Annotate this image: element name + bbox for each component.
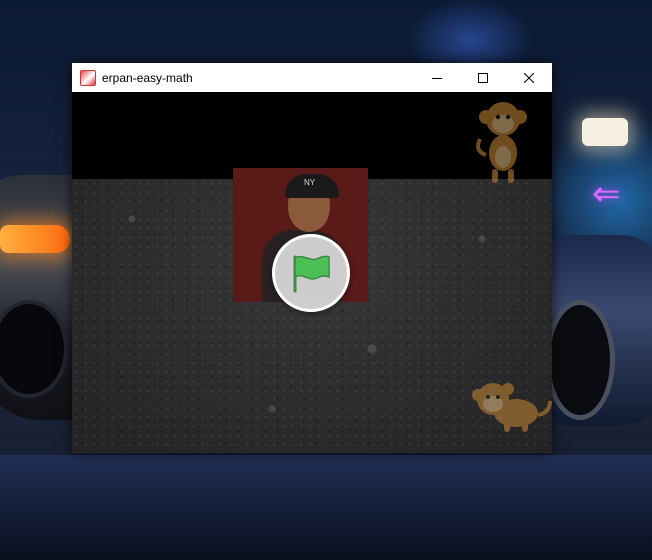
minimize-icon [432,77,442,79]
player-cap-logo: NY [304,178,316,187]
wallpaper-car-headlight [0,225,70,253]
app-icon [80,69,96,86]
wallpaper-wet-road [0,455,652,560]
title-bar[interactable]: erpan-easy-math [72,63,552,92]
close-button[interactable] [506,63,552,92]
green-flag-icon [293,255,330,293]
wallpaper-neon-sign [582,118,628,146]
close-icon [524,72,534,83]
maximize-button[interactable] [460,63,506,92]
app-window: erpan-easy-math NY [72,63,552,453]
wallpaper-car-wheel-right [545,300,615,420]
maximize-icon [478,72,488,83]
window-title: erpan-easy-math [102,70,193,85]
green-flag-start-button[interactable] [272,234,350,312]
minimize-button[interactable] [414,63,460,92]
wallpaper-neon-arrow: ⇐ [592,175,621,213]
monkey-sprite-top[interactable] [474,95,532,185]
monkey-sprite-bottom[interactable] [468,375,552,433]
game-stage[interactable]: NY [72,92,552,453]
